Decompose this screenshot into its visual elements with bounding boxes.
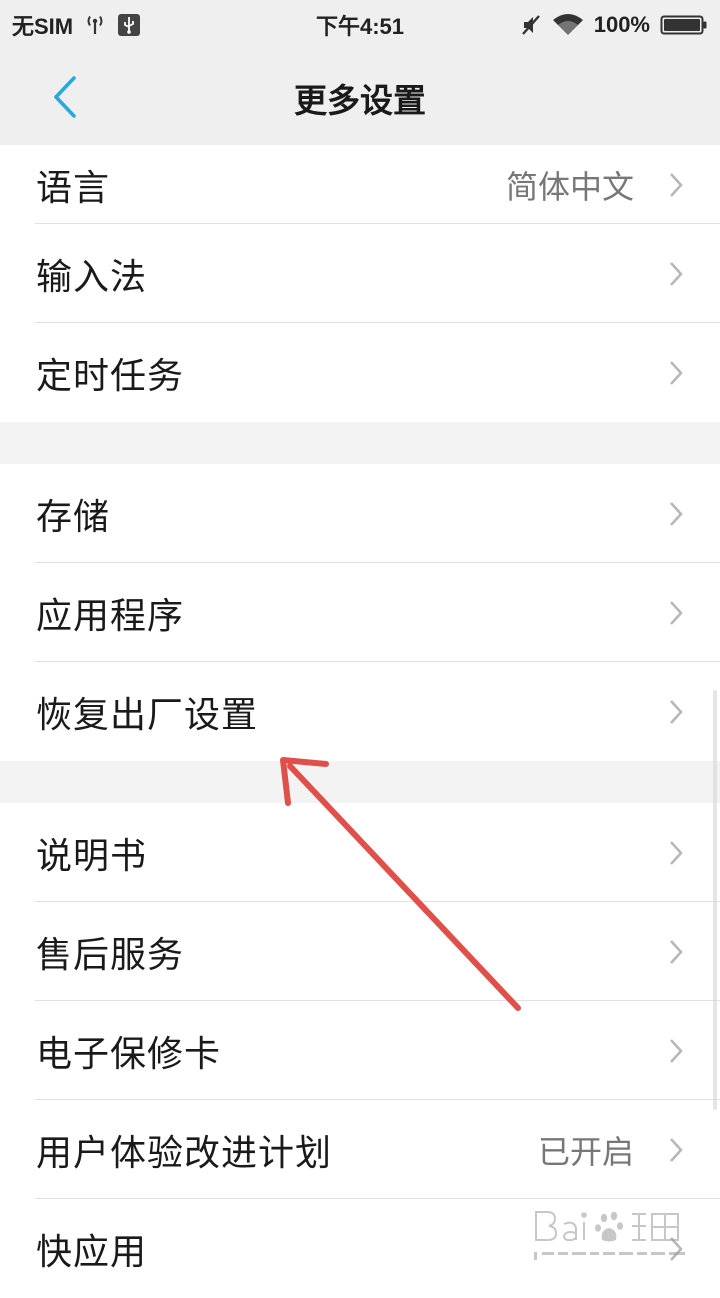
status-bar: 无SIM 下午4:51 100% xyxy=(0,0,720,50)
clock-text: 下午4:51 xyxy=(315,14,405,39)
chevron-left-icon xyxy=(54,76,76,118)
battery-percent-text: 100% xyxy=(593,12,650,37)
row-label: 语言 xyxy=(36,167,111,209)
chevron-right-icon xyxy=(664,224,688,323)
chevron-right-icon xyxy=(664,464,688,563)
back-button[interactable] xyxy=(40,72,90,122)
row-value: 已开启 xyxy=(537,1132,634,1171)
row-label: 应用程序 xyxy=(36,595,185,637)
chevron-right-icon xyxy=(664,563,688,662)
settings-list: 语言 简体中文 输入法 定时任务 存储 应用程序 恢复出厂设置 说明书 售后服务… xyxy=(0,145,720,1298)
chevron-right-icon xyxy=(664,323,688,422)
chevron-right-icon xyxy=(664,1199,688,1298)
settings-row-input-method[interactable]: 输入法 xyxy=(0,224,720,323)
battery-icon xyxy=(660,13,708,37)
settings-row-warranty-card[interactable]: 电子保修卡 xyxy=(0,1001,720,1100)
wifi-icon xyxy=(552,13,584,37)
row-label: 用户体验改进计划 xyxy=(36,1132,333,1174)
chevron-right-icon xyxy=(664,1001,688,1100)
chevron-right-icon xyxy=(664,803,688,902)
row-label: 电子保修卡 xyxy=(36,1033,222,1075)
settings-row-user-experience-program[interactable]: 用户体验改进计划 已开启 xyxy=(0,1100,720,1199)
settings-row-storage[interactable]: 存储 xyxy=(0,464,720,563)
row-value: 简体中文 xyxy=(505,167,634,206)
group-divider xyxy=(0,422,720,464)
chevron-right-icon xyxy=(664,145,688,224)
group-divider xyxy=(0,761,720,803)
scrollbar[interactable] xyxy=(713,690,717,1110)
settings-row-applications[interactable]: 应用程序 xyxy=(0,563,720,662)
settings-row-manual[interactable]: 说明书 xyxy=(0,803,720,902)
navigation-bar: 更多设置 xyxy=(0,50,720,146)
settings-row-language[interactable]: 语言 简体中文 xyxy=(0,145,720,224)
chevron-right-icon xyxy=(664,902,688,1001)
settings-row-after-sales[interactable]: 售后服务 xyxy=(0,902,720,1001)
settings-row-quick-apps[interactable]: 快应用 xyxy=(0,1199,720,1298)
settings-row-factory-reset[interactable]: 恢复出厂设置 xyxy=(0,662,720,761)
row-label: 输入法 xyxy=(36,256,148,298)
row-label: 定时任务 xyxy=(36,355,185,397)
mute-icon xyxy=(520,14,542,36)
chevron-right-icon xyxy=(664,662,688,761)
row-label: 快应用 xyxy=(36,1231,148,1273)
row-label: 说明书 xyxy=(36,835,148,877)
row-label: 存储 xyxy=(36,496,111,538)
row-label: 售后服务 xyxy=(36,934,185,976)
settings-row-scheduled-tasks[interactable]: 定时任务 xyxy=(0,323,720,422)
page-title: 更多设置 xyxy=(294,80,426,120)
row-label: 恢复出厂设置 xyxy=(36,694,259,736)
chevron-right-icon xyxy=(664,1100,688,1199)
